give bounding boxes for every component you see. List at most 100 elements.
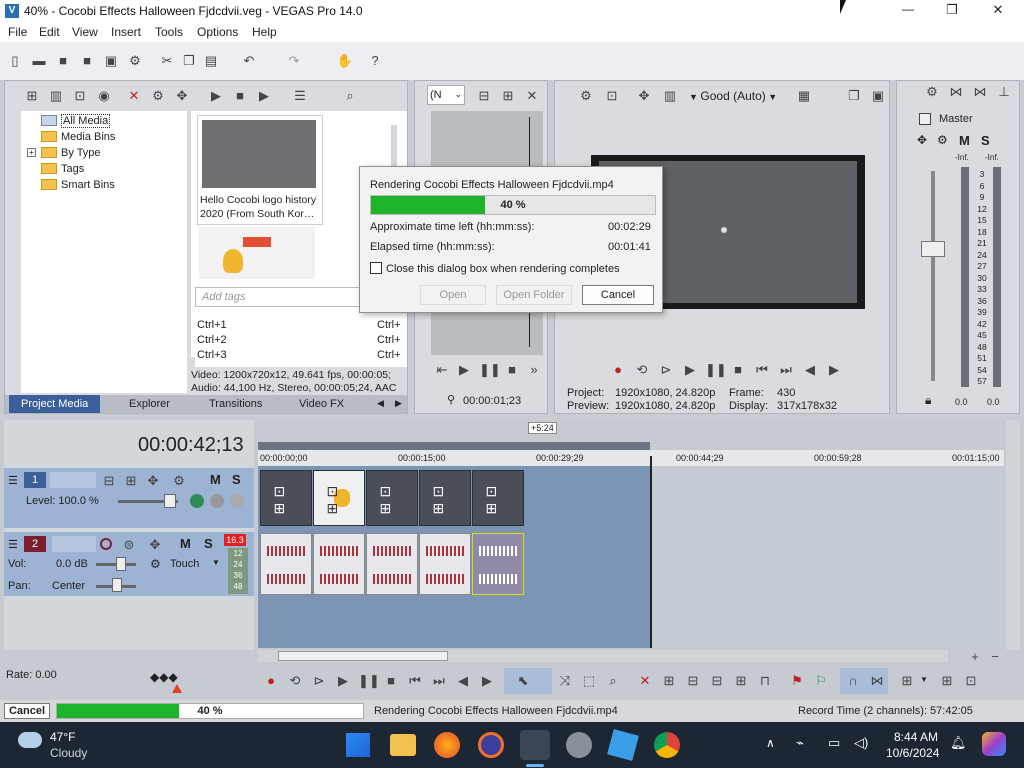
chevron-down-icon[interactable]: ▼ — [212, 558, 220, 567]
envelope-tool-icon[interactable]: ⤨ — [556, 672, 574, 690]
pan-crop-event-icon[interactable]: ⊡ ⊞ — [327, 483, 352, 517]
lock-icon[interactable]: 🔒︎ — [925, 393, 931, 408]
open-folder-button[interactable]: Open Folder — [496, 285, 572, 305]
render-icon[interactable]: ▣ — [102, 52, 120, 70]
plugin-icon[interactable]: ✋ — [336, 52, 354, 70]
audio-event-selected[interactable] — [472, 533, 524, 595]
track1-composite-icon[interactable]: ⊟ — [100, 472, 118, 490]
status-cancel-button[interactable]: Cancel — [4, 703, 50, 719]
tl-record-icon[interactable]: ● — [262, 672, 280, 690]
paste-icon[interactable]: ▤ — [202, 52, 220, 70]
copy-snapshot-icon[interactable]: ❐ — [845, 87, 863, 105]
video-event[interactable]: ⊡ ⊞ — [472, 470, 524, 526]
trimmer-close-icon[interactable]: ✕ — [523, 87, 541, 105]
audio-event[interactable] — [313, 533, 365, 595]
tab-scroll-right-icon[interactable]: ▶ — [395, 398, 402, 409]
clock-time[interactable]: 8:44 AM — [894, 730, 938, 744]
tree-tags[interactable]: Tags — [21, 161, 187, 177]
tree-smart-bins[interactable]: Smart Bins — [21, 177, 187, 193]
roblox-icon[interactable] — [607, 729, 639, 761]
trimmer-next-icon[interactable]: » — [525, 361, 543, 379]
region-icon[interactable]: ⚐ — [812, 672, 830, 690]
open-button[interactable]: Open — [420, 285, 486, 305]
chrome-icon[interactable] — [654, 732, 680, 758]
master-fader-handle[interactable] — [921, 241, 945, 257]
copilot-icon[interactable] — [982, 732, 1006, 756]
selection-tool-icon[interactable]: ⬚ — [580, 672, 598, 690]
audio-event[interactable] — [366, 533, 418, 595]
tab-project-media[interactable]: Project Media — [9, 395, 101, 413]
capture-icon[interactable]: ▥ — [47, 87, 65, 105]
properties-gear-icon[interactable]: ⚙ — [126, 52, 144, 70]
track-collapse-icon[interactable]: ☰ — [8, 474, 18, 487]
pan-crop-event-icon[interactable]: ⊡ ⊞ — [380, 483, 405, 517]
trimmer-play-icon[interactable]: ▶ — [455, 361, 473, 379]
master-downmix-icon[interactable]: ⊥ — [995, 83, 1013, 101]
zoom-tool-icon[interactable]: ⌕ — [604, 672, 622, 690]
tl-stop-icon[interactable]: ■ — [382, 672, 400, 690]
track2-pan-handle[interactable] — [112, 578, 122, 592]
save-icon[interactable]: ■ — [54, 52, 72, 70]
master-insert-icon[interactable]: ⋈ — [971, 83, 989, 101]
weather-icon[interactable] — [18, 732, 42, 748]
vegas-taskbar-icon[interactable] — [520, 730, 550, 760]
trimmer-stop-icon[interactable]: ■ — [503, 361, 521, 379]
pan-crop-event-icon[interactable]: ⊡ ⊞ — [486, 483, 511, 517]
timeline-ruler[interactable]: 00:00:00;00 00:00:15;00 00:00:29;29 00:0… — [258, 450, 1004, 466]
trimmer-tool-2-icon[interactable]: ⊞ — [499, 87, 517, 105]
lock-event-icon[interactable]: ⊓ — [756, 672, 774, 690]
audio-event[interactable] — [419, 533, 471, 595]
notification-bell-icon[interactable]: 🔔︎ — [950, 735, 967, 751]
preview-gear-icon[interactable]: ⚙ — [577, 87, 595, 105]
tree-media-bins[interactable]: Media Bins — [21, 129, 187, 145]
trimmer-dropdown[interactable]: (N ⌄ — [427, 85, 465, 105]
trim-start-icon[interactable]: ⊟ — [684, 672, 702, 690]
video-event[interactable]: ⊡ ⊞ — [260, 470, 312, 526]
tl-pause-icon[interactable]: ❚❚ — [358, 672, 380, 690]
delete-icon[interactable]: ✕ — [636, 672, 654, 690]
chevron-down-icon[interactable]: ▼ — [920, 675, 928, 684]
clock-date[interactable]: 10/6/2024 — [886, 746, 939, 760]
video-event[interactable]: ⊡ ⊞ — [313, 470, 365, 526]
tl-start-icon[interactable]: ⏮ — [406, 672, 424, 690]
new-project-icon[interactable]: ▯ — [6, 52, 24, 70]
display-icon[interactable]: ▭ — [828, 735, 840, 751]
settings-gear-icon[interactable] — [566, 732, 592, 758]
minimize-button[interactable]: — — [898, 2, 918, 16]
timeline-vertical-scrollbar[interactable] — [1006, 420, 1020, 650]
rate-slider-icon[interactable]: ◆◆◆ — [150, 670, 178, 684]
menu-tools[interactable]: Tools — [155, 25, 183, 39]
zoom-out-icon[interactable]: − — [986, 648, 1004, 666]
video-event[interactable]: ⊡ ⊞ — [366, 470, 418, 526]
go-to-start-icon[interactable]: ⏮ — [753, 361, 771, 379]
trimmer-tool-icon[interactable]: ⊟ — [475, 87, 493, 105]
track1-motion-icon[interactable]: ⊞ — [122, 472, 140, 490]
weather-condition[interactable]: Cloudy — [50, 746, 87, 760]
trim-end-icon[interactable]: ⊟ — [708, 672, 726, 690]
track1-solo[interactable]: S — [232, 472, 241, 487]
start-button-windows-icon[interactable] — [346, 733, 370, 757]
preview-stop-icon[interactable]: ■ — [729, 361, 747, 379]
render-cancel-button[interactable]: Cancel — [582, 285, 654, 305]
menu-options[interactable]: Options — [197, 25, 238, 39]
zoom-in-icon[interactable]: + — [966, 648, 984, 666]
tree-all-media[interactable]: All Media — [21, 113, 187, 129]
restore-button[interactable]: ❐ — [942, 2, 962, 18]
trim-icon[interactable]: ⊞ — [660, 672, 678, 690]
save-as-icon[interactable]: ■ — [78, 52, 96, 70]
track2-touch-label[interactable]: Touch — [170, 558, 199, 570]
import-media-icon[interactable]: ⊞ — [23, 87, 41, 105]
track1-fx-icon[interactable]: ⚙ — [170, 472, 188, 490]
tab-explorer[interactable]: Explorer — [117, 395, 182, 413]
play-icon[interactable]: ▶ — [207, 87, 225, 105]
master-fx-icon[interactable]: ⋈ — [947, 83, 965, 101]
redo-icon[interactable]: ↷ — [285, 52, 303, 70]
track1-level-handle[interactable] — [164, 494, 176, 508]
audio-event[interactable] — [260, 533, 312, 595]
views-icon[interactable]: ☰ — [291, 87, 309, 105]
play-from-start-icon[interactable]: ⊳ — [657, 361, 675, 379]
trimmer-loop-icon[interactable]: ⇤ — [433, 361, 451, 379]
timeline-horizontal-scrollbar[interactable] — [258, 650, 948, 662]
track1-pan-icon[interactable]: ✥ — [144, 472, 162, 490]
master-fx-chain-icon[interactable]: ✥ — [917, 133, 927, 147]
